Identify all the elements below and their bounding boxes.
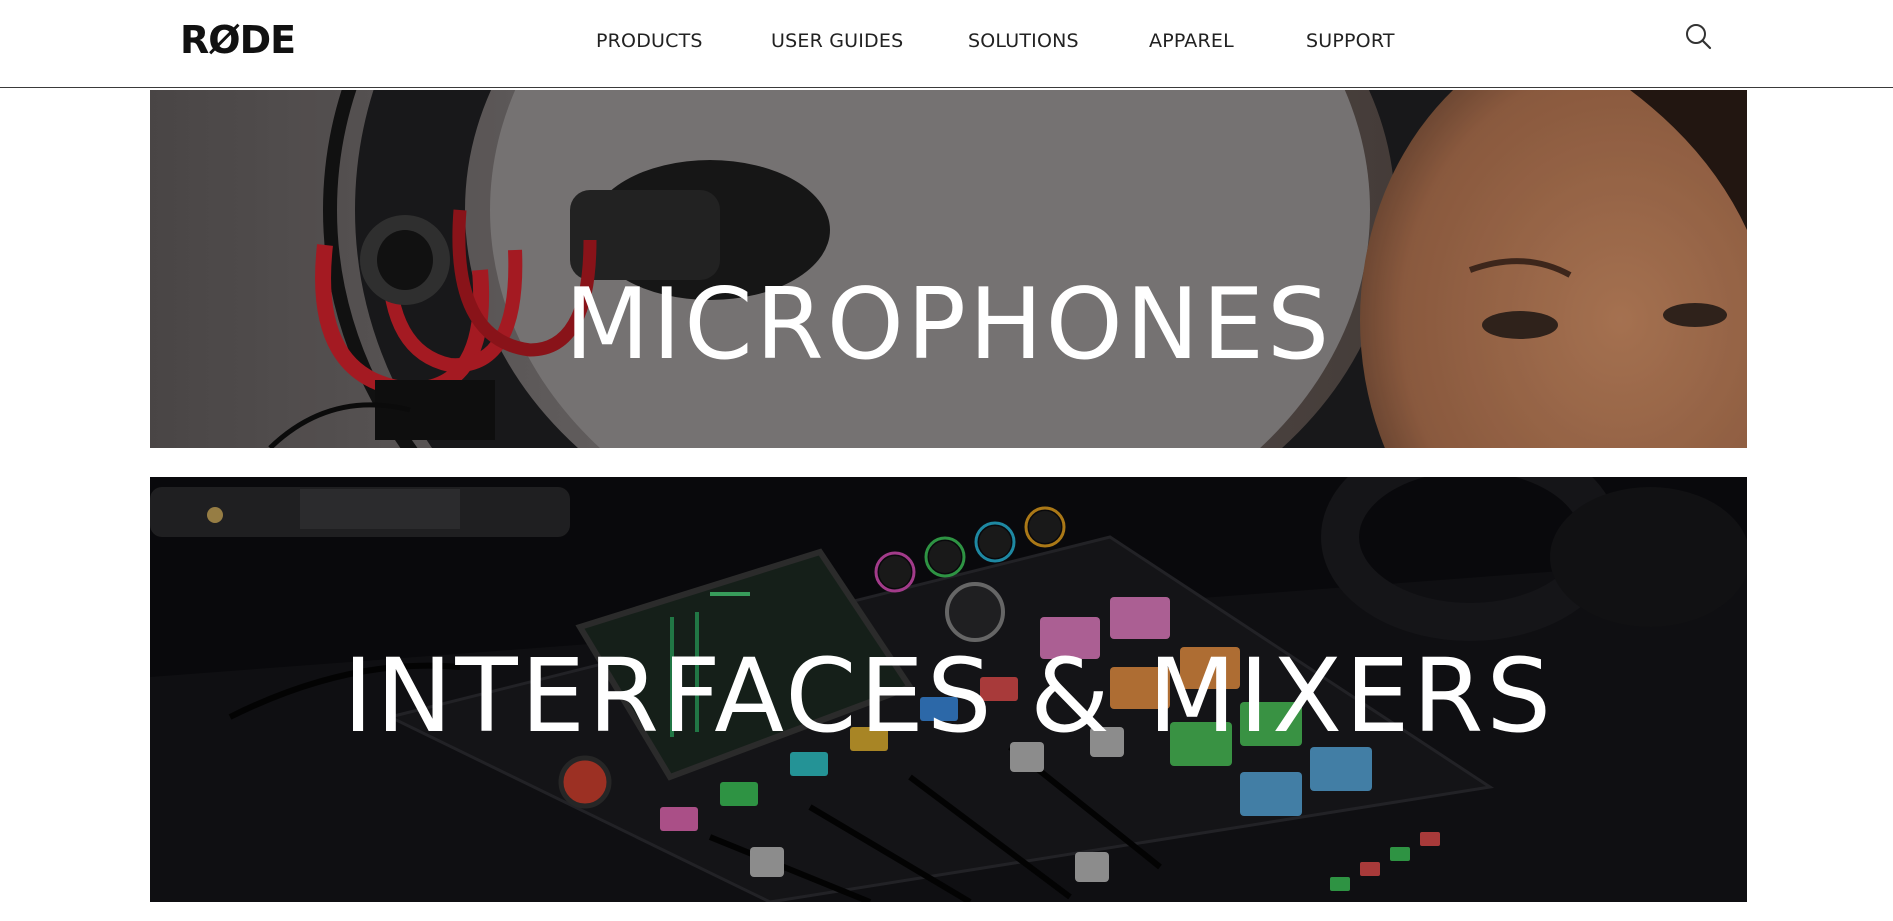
- nav-support[interactable]: SUPPORT: [1306, 30, 1395, 52]
- search-icon[interactable]: [1684, 22, 1714, 52]
- nav-user-guides[interactable]: USER GUIDES: [771, 30, 903, 52]
- nav-solutions[interactable]: SOLUTIONS: [968, 30, 1079, 52]
- nav-apparel[interactable]: APPAREL: [1149, 30, 1234, 52]
- nav-products[interactable]: PRODUCTS: [596, 30, 703, 52]
- site-header: RØDE PRODUCTS USER GUIDES SOLUTIONS APPA…: [0, 0, 1893, 88]
- interfaces-mixers-title: INTERFACES & MIXERS: [342, 637, 1555, 756]
- microphones-banner[interactable]: MICROPHONES: [150, 90, 1747, 448]
- interfaces-mixers-banner[interactable]: INTERFACES & MIXERS: [150, 477, 1747, 902]
- main-nav: PRODUCTS USER GUIDES SOLUTIONS APPAREL S…: [0, 30, 1893, 60]
- microphones-title: MICROPHONES: [564, 268, 1333, 382]
